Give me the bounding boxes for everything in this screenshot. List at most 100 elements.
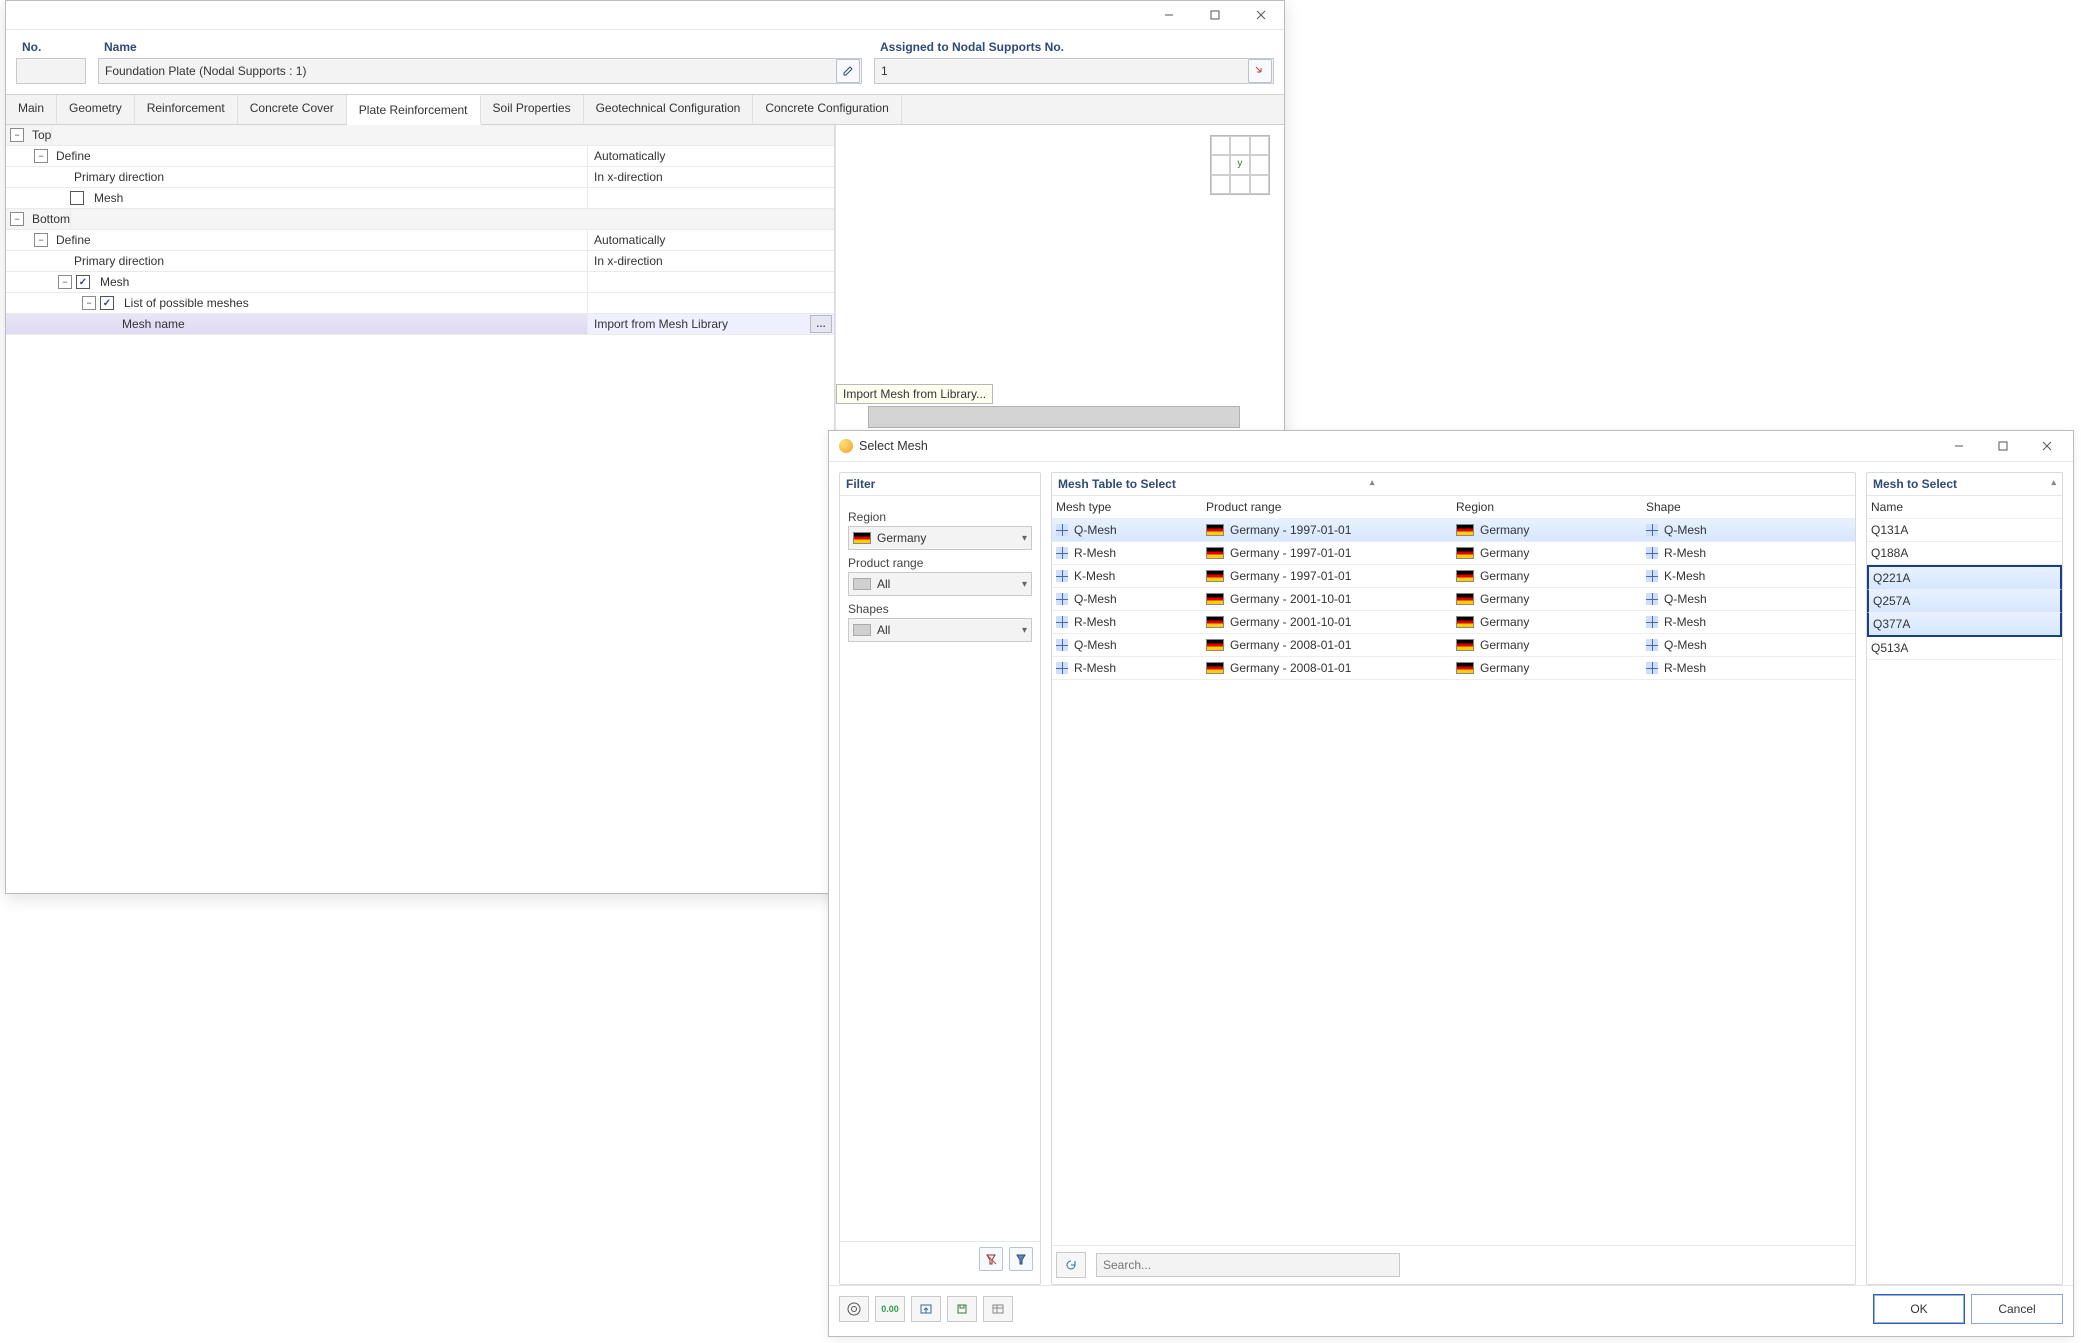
tree-row-define-top[interactable]: − Define Automatically <box>6 146 834 167</box>
collapse-icon[interactable]: − <box>10 212 24 226</box>
property-tree: − Top − Define Automatically Primary dir… <box>6 125 835 889</box>
shapes-combo[interactable]: All ▾ <box>848 618 1032 642</box>
units-button[interactable]: 0.00 <box>875 1296 905 1322</box>
mesh-icon <box>1056 524 1068 536</box>
tree-row-mesh-top[interactable]: Mesh <box>6 188 834 209</box>
col-mesh-type[interactable]: Mesh type <box>1056 500 1206 514</box>
dialog-close-button[interactable] <box>2025 431 2069 461</box>
header-fields: No. Name Assigned to Nodal Supports No. <box>6 30 1284 84</box>
tab-geotechnical-configuration[interactable]: Geotechnical Configuration <box>584 95 754 124</box>
tabbar: MainGeometryReinforcementConcrete CoverP… <box>6 94 1284 125</box>
help-button[interactable] <box>839 1296 869 1322</box>
mesh-table-head[interactable]: Mesh type Product range Region Shape <box>1052 496 1855 519</box>
tree-section-bottom[interactable]: − Bottom <box>6 209 834 230</box>
list-possible-checkbox[interactable] <box>100 296 114 310</box>
mesh-select-row[interactable]: Q257A <box>1867 590 2062 613</box>
table-button[interactable] <box>983 1296 1013 1322</box>
col-region[interactable]: Region <box>1456 500 1646 514</box>
col-shape[interactable]: Shape <box>1646 500 1846 514</box>
mesh-top-checkbox[interactable] <box>70 191 84 205</box>
import-mesh-button[interactable]: … <box>810 315 832 333</box>
tab-soil-properties[interactable]: Soil Properties <box>481 95 584 124</box>
all-swatch-icon <box>853 578 871 590</box>
mesh-table-row[interactable]: K-MeshGermany - 1997-01-01GermanyK-Mesh <box>1052 565 1855 588</box>
mesh-bottom-checkbox[interactable] <box>76 275 90 289</box>
tab-concrete-cover[interactable]: Concrete Cover <box>238 95 347 124</box>
tab-concrete-configuration[interactable]: Concrete Configuration <box>753 95 901 124</box>
mesh-table-row[interactable]: R-MeshGermany - 2008-01-01GermanyR-Mesh <box>1052 657 1855 680</box>
dialog-app-icon <box>839 439 853 453</box>
dialog-title: Select Mesh <box>859 439 1937 453</box>
tree-row-mesh-name[interactable]: Mesh name Import from Mesh Library … <box>6 314 834 335</box>
flag-germany-icon <box>1206 524 1224 536</box>
flag-germany-icon <box>1206 639 1224 651</box>
mesh-select-row[interactable]: Q188A <box>1867 542 2062 565</box>
tree-section-top[interactable]: − Top <box>6 125 834 146</box>
flag-germany-icon <box>1456 593 1474 605</box>
flag-germany-icon <box>1206 593 1224 605</box>
tree-row-primary-top[interactable]: Primary direction In x-direction <box>6 167 834 188</box>
clear-filter-button[interactable] <box>979 1247 1003 1271</box>
maximize-button[interactable] <box>1192 1 1238 29</box>
tab-reinforcement[interactable]: Reinforcement <box>135 95 238 124</box>
mesh-icon <box>1646 547 1658 559</box>
mesh-icon <box>1056 547 1068 559</box>
collapse-icon[interactable]: − <box>82 296 96 310</box>
dialog-footer: 0.00 OK Cancel <box>829 1285 2073 1336</box>
flag-germany-icon <box>1456 547 1474 559</box>
tree-row-primary-bottom[interactable]: Primary direction In x-direction <box>6 251 834 272</box>
mesh-select-row[interactable]: Q377A <box>1867 613 2062 637</box>
tab-geometry[interactable]: Geometry <box>57 95 135 124</box>
collapse-icon[interactable]: − <box>58 275 72 289</box>
plate-preview-icon <box>1210 135 1270 195</box>
ok-button[interactable]: OK <box>1873 1294 1965 1324</box>
filter-header: Filter <box>840 473 1040 496</box>
flag-germany-icon <box>1206 662 1224 674</box>
tab-plate-reinforcement[interactable]: Plate Reinforcement <box>347 95 481 125</box>
mesh-icon <box>1646 524 1658 536</box>
col-product-range[interactable]: Product range <box>1206 500 1456 514</box>
mesh-select-row[interactable]: Q221A <box>1867 565 2062 590</box>
mesh-select-row[interactable]: Q513A <box>1867 637 2062 660</box>
edit-name-button[interactable] <box>836 59 860 83</box>
mesh-select-row[interactable]: Q131A <box>1867 519 2062 542</box>
search-input[interactable] <box>1096 1253 1400 1277</box>
mesh-select-head[interactable]: Name <box>1867 496 2062 519</box>
apply-filter-button[interactable] <box>1009 1247 1033 1271</box>
flag-germany-icon <box>1206 616 1224 628</box>
region-combo[interactable]: Germany ▾ <box>848 526 1032 550</box>
mesh-table-row[interactable]: R-MeshGermany - 1997-01-01GermanyR-Mesh <box>1052 542 1855 565</box>
mesh-table-row[interactable]: Q-MeshGermany - 1997-01-01GermanyQ-Mesh <box>1052 519 1855 542</box>
mesh-table-row[interactable]: Q-MeshGermany - 2001-10-01GermanyQ-Mesh <box>1052 588 1855 611</box>
save-button[interactable] <box>947 1296 977 1322</box>
tree-row-define-bottom[interactable]: − Define Automatically <box>6 230 834 251</box>
tree-row-list-possible[interactable]: − List of possible meshes <box>6 293 834 314</box>
collapse-icon[interactable]: − <box>34 149 48 163</box>
parent-titlebar <box>6 1 1284 30</box>
mesh-icon <box>1646 570 1658 582</box>
flag-germany-icon <box>1206 547 1224 559</box>
tree-row-mesh-bottom[interactable]: − Mesh <box>6 272 834 293</box>
reload-button[interactable] <box>1056 1252 1086 1278</box>
cancel-button[interactable]: Cancel <box>1971 1294 2063 1324</box>
product-range-combo[interactable]: All ▾ <box>848 572 1032 596</box>
dialog-maximize-button[interactable] <box>1981 431 2025 461</box>
mesh-select-header: Mesh to Select ▴ <box>1867 473 2062 496</box>
close-button[interactable] <box>1238 1 1284 29</box>
pick-support-button[interactable] <box>1248 59 1272 83</box>
assigned-input[interactable] <box>875 64 1247 78</box>
chevron-down-icon: ▾ <box>1022 625 1027 636</box>
tab-main[interactable]: Main <box>6 95 57 124</box>
dialog-minimize-button[interactable] <box>1937 431 1981 461</box>
export-button[interactable] <box>911 1296 941 1322</box>
flag-germany-icon <box>1456 570 1474 582</box>
mesh-table-row[interactable]: Q-MeshGermany - 2008-01-01GermanyQ-Mesh <box>1052 634 1855 657</box>
collapse-icon[interactable]: − <box>34 233 48 247</box>
col-name[interactable]: Name <box>1871 500 2058 514</box>
name-input[interactable] <box>99 64 835 78</box>
minimize-button[interactable] <box>1146 1 1192 29</box>
mesh-table-row[interactable]: R-MeshGermany - 2001-10-01GermanyR-Mesh <box>1052 611 1855 634</box>
flag-germany-icon <box>1456 662 1474 674</box>
assigned-label: Assigned to Nodal Supports No. <box>874 36 1274 58</box>
collapse-icon[interactable]: − <box>10 128 24 142</box>
